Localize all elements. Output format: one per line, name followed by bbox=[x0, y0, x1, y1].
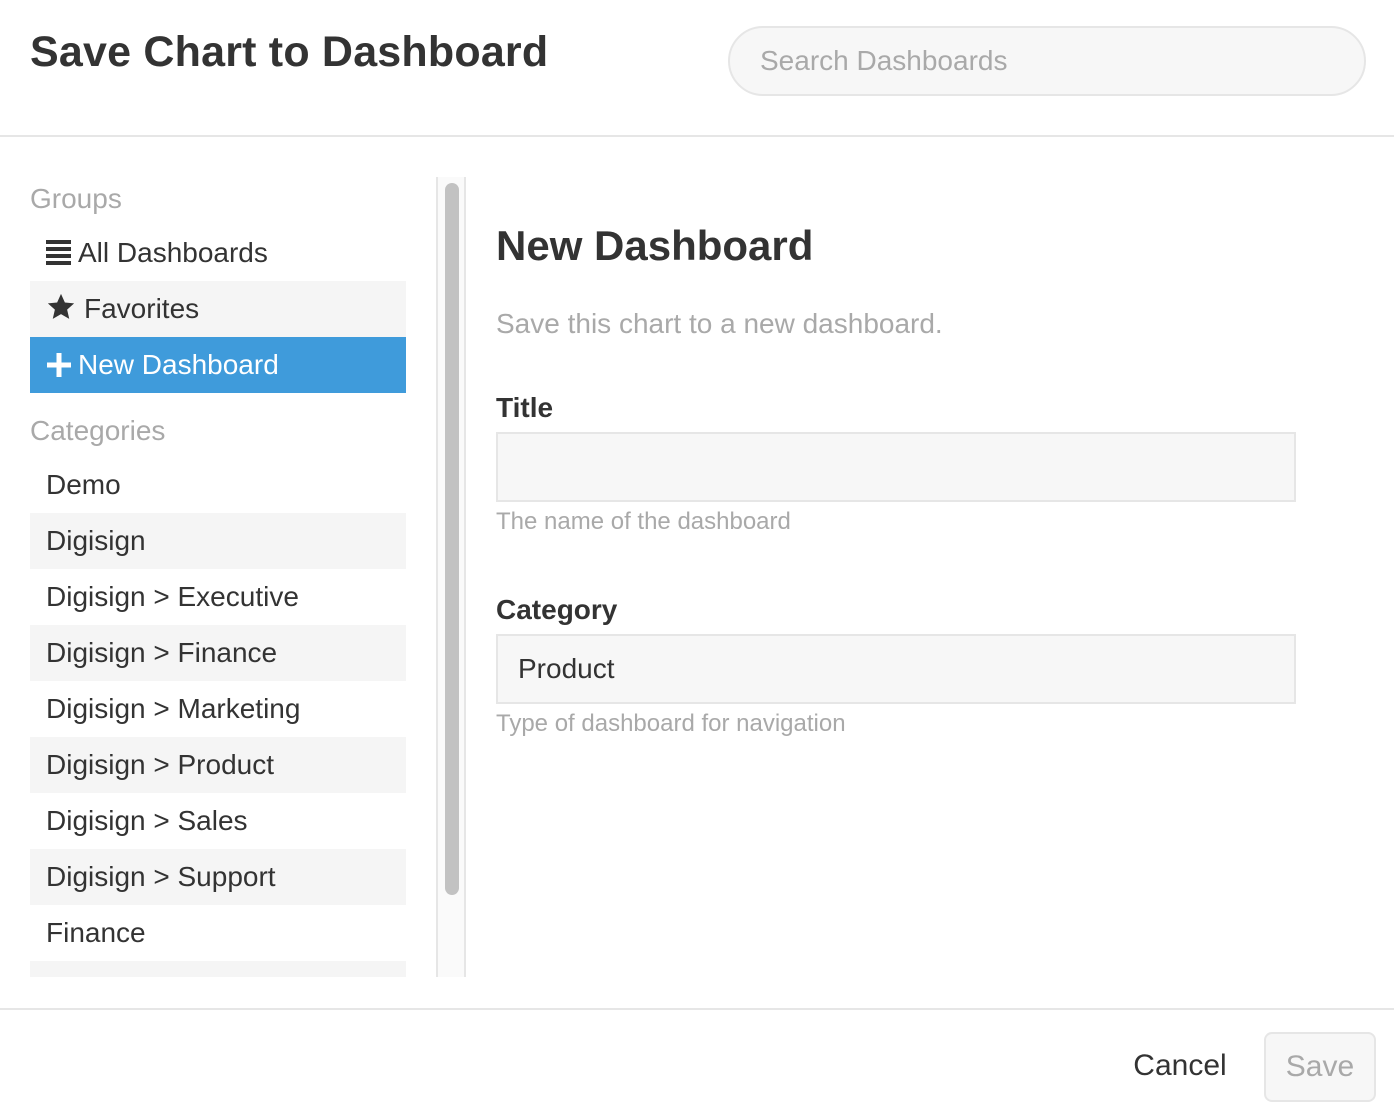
title-input[interactable] bbox=[496, 432, 1296, 502]
title-help-text: The name of the dashboard bbox=[496, 508, 791, 535]
categories-heading: Categories bbox=[30, 415, 166, 446]
form-heading: New Dashboard bbox=[496, 222, 814, 269]
category-item-digisign-executive[interactable]: Digisign > Executive bbox=[30, 569, 406, 625]
category-help-text: Type of dashboard for navigation bbox=[496, 710, 846, 737]
plus-icon bbox=[46, 341, 74, 377]
sidebar-item-label: New Dashboard bbox=[78, 349, 279, 380]
dialog-title: Save Chart to Dashboard bbox=[30, 28, 549, 76]
category-item-digisign-marketing[interactable]: Digisign > Marketing bbox=[30, 681, 406, 737]
category-item-digisign-finance[interactable]: Digisign > Finance bbox=[30, 625, 406, 681]
cancel-button[interactable]: Cancel bbox=[1118, 1032, 1242, 1100]
groups-heading: Groups bbox=[30, 183, 122, 214]
category-item-demo[interactable]: Demo bbox=[30, 457, 406, 513]
title-label: Title bbox=[496, 392, 554, 423]
form-subheading: Save this chart to a new dashboard. bbox=[496, 308, 943, 339]
category-item-finance[interactable]: Finance bbox=[30, 905, 406, 961]
category-item-digisign-support[interactable]: Digisign > Support bbox=[30, 849, 406, 905]
scrollbar-thumb[interactable] bbox=[445, 183, 459, 895]
dialog-footer: Cancel Save bbox=[0, 1008, 1394, 1118]
sidebar-scrollbar[interactable] bbox=[436, 177, 466, 977]
sidebar: Groups All Dashboards Favorites New Dash… bbox=[30, 177, 406, 977]
category-label: Category bbox=[496, 594, 618, 625]
dialog-header: Save Chart to Dashboard bbox=[0, 0, 1394, 137]
sidebar-item-label: All Dashboards bbox=[78, 237, 268, 268]
sidebar-item-favorites[interactable]: Favorites bbox=[30, 281, 406, 337]
category-item-marketing-january-2019[interactable]: Marketing > January 2019 bbox=[30, 961, 406, 977]
sidebar-item-all-dashboards[interactable]: All Dashboards bbox=[30, 225, 406, 281]
search-input[interactable] bbox=[728, 26, 1366, 96]
category-item-digisign-product[interactable]: Digisign > Product bbox=[30, 737, 406, 793]
category-item-digisign-sales[interactable]: Digisign > Sales bbox=[30, 793, 406, 849]
star-icon bbox=[46, 285, 75, 319]
new-dashboard-form: New Dashboard Save this chart to a new d… bbox=[496, 222, 1296, 738]
category-item-digisign[interactable]: Digisign bbox=[30, 513, 406, 569]
dialog-body: Groups All Dashboards Favorites New Dash… bbox=[0, 137, 1394, 1008]
list-icon bbox=[46, 229, 74, 265]
category-input[interactable] bbox=[496, 634, 1296, 704]
save-button[interactable]: Save bbox=[1264, 1032, 1376, 1102]
sidebar-item-label: Favorites bbox=[84, 293, 200, 324]
sidebar-item-new-dashboard[interactable]: New Dashboard bbox=[30, 337, 406, 393]
